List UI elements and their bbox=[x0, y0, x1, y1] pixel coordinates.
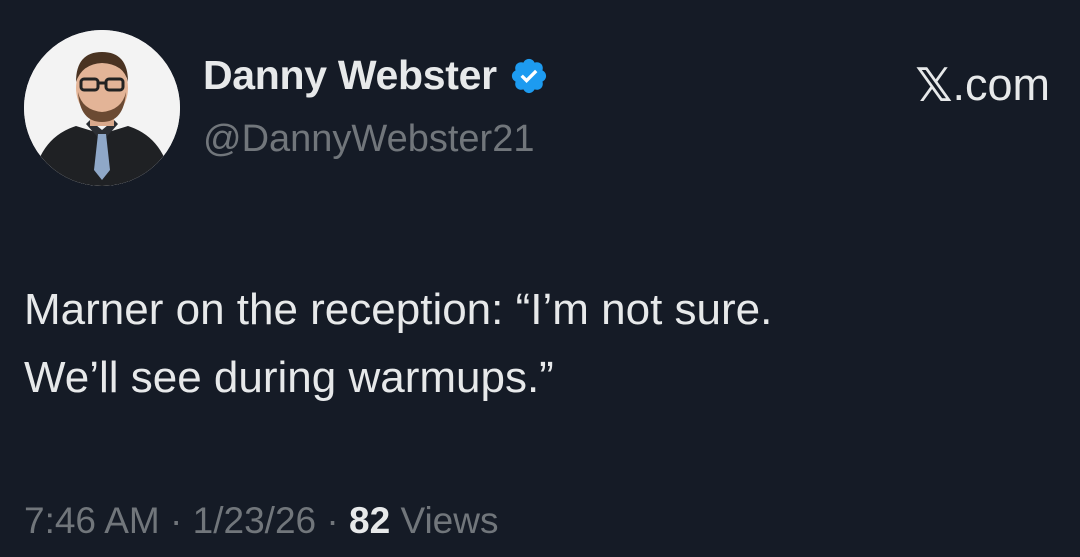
author-display-name[interactable]: Danny Webster bbox=[203, 52, 497, 99]
views-count: 82 bbox=[349, 500, 391, 541]
brand-suffix: .com bbox=[952, 59, 1050, 110]
meta-separator: · bbox=[170, 500, 183, 541]
meta-separator: · bbox=[326, 500, 339, 541]
avatar[interactable] bbox=[24, 30, 180, 186]
tweet-time[interactable]: 7:46 AM bbox=[24, 500, 160, 541]
views-label: Views bbox=[400, 500, 499, 541]
author-handle[interactable]: @DannyWebster21 bbox=[203, 118, 534, 161]
verified-badge-icon bbox=[509, 56, 549, 96]
tweet-card: Danny Webster @DannyWebster21 𝕏 .com Marn… bbox=[0, 0, 1080, 557]
author-name-row: Danny Webster bbox=[203, 52, 549, 99]
tweet-date[interactable]: 1/23/26 bbox=[193, 500, 316, 541]
avatar-image bbox=[24, 30, 180, 186]
x-com-logo: 𝕏 .com bbox=[915, 58, 1050, 112]
tweet-meta: 7:46 AM · 1/23/26 · 82 Views bbox=[24, 500, 498, 542]
tweet-text: Marner on the reception: “I’m not sure. … bbox=[24, 285, 773, 402]
x-logo-icon: 𝕏 bbox=[915, 58, 953, 112]
